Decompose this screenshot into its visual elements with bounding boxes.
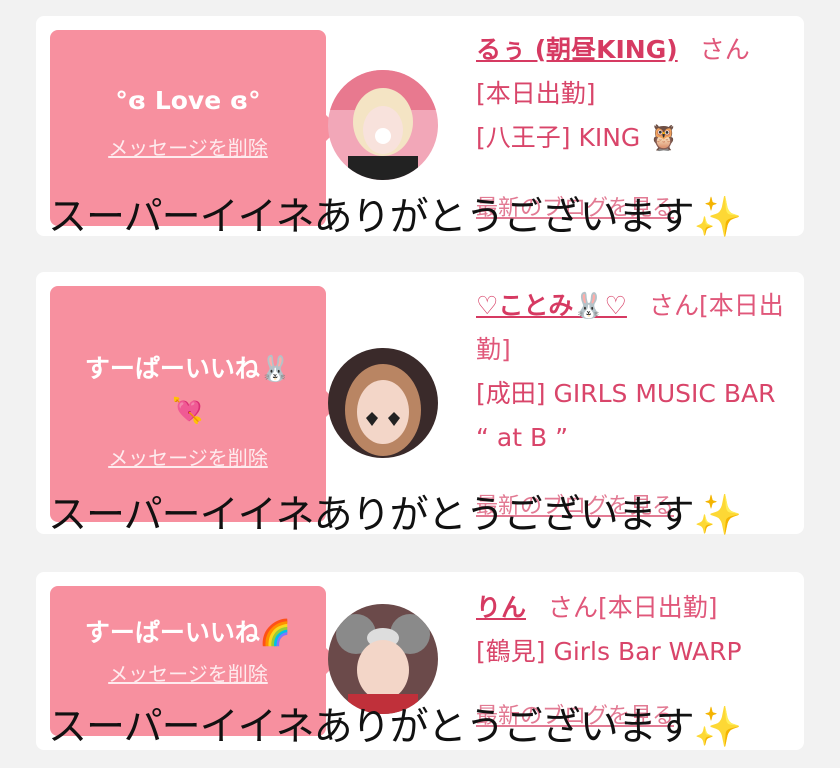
delete-message-link[interactable]: メッセージを削除 (108, 658, 268, 687)
sparkles-icon: ✨ (693, 195, 743, 240)
avatar[interactable] (328, 348, 438, 458)
sparkles-icon: ✨ (693, 493, 743, 538)
shop-name: [八王子] KING 🦉 (476, 123, 680, 152)
profile-info: るぅ (朝昼KING) さん [本日出勤] [八王子] KING 🦉 (476, 28, 792, 160)
shop-name: [鶴見] Girls Bar WARP (476, 637, 742, 666)
overlay-caption-1: スーパーイイネありがとうございます✨ (48, 186, 743, 242)
attendance-status: [本日出勤] (476, 79, 596, 108)
honorific: さん (699, 35, 750, 64)
message-text: すーぱーいいね🌈 (84, 618, 292, 647)
overlay-caption-text: スーパーイイネありがとうございます (48, 493, 695, 538)
profile-photo-icon (328, 348, 438, 458)
overlay-caption-2: スーパーイイネありがとうございます✨ (48, 484, 743, 540)
delete-message-link[interactable]: メッセージを削除 (108, 442, 268, 471)
honorific-status: さん[本日出勤] (548, 593, 718, 622)
overlay-caption-text: スーパーイイネありがとうございます (48, 705, 695, 750)
profile-name-link[interactable]: ♡ことみ🐰♡ (476, 291, 627, 320)
avatar[interactable] (328, 70, 438, 180)
message-text-line2: 💘 (172, 396, 204, 425)
sparkles-icon: ✨ (693, 705, 743, 750)
shop-name: [成田] GIRLS MUSIC BAR “ at B ” (476, 379, 776, 452)
profile-info: りん さん[本日出勤] [鶴見] Girls Bar WARP (476, 586, 792, 674)
profile-photo-icon (328, 70, 438, 180)
delete-message-link[interactable]: メッセージを削除 (108, 132, 268, 161)
overlay-caption-3: スーパーイイネありがとうございます✨ (48, 696, 743, 752)
message-text: °ɞ Love ɞ° (115, 86, 261, 115)
overlay-caption-text: スーパーイイネありがとうございます (48, 195, 695, 240)
profile-name-link[interactable]: るぅ (朝昼KING) (476, 35, 678, 64)
message-text-line1: すーぱーいいね🐰 (84, 354, 292, 383)
profile-name-link[interactable]: りん (476, 593, 526, 622)
profile-info: ♡ことみ🐰♡ さん[本日出勤] [成田] GIRLS MUSIC BAR “ at… (476, 284, 792, 460)
